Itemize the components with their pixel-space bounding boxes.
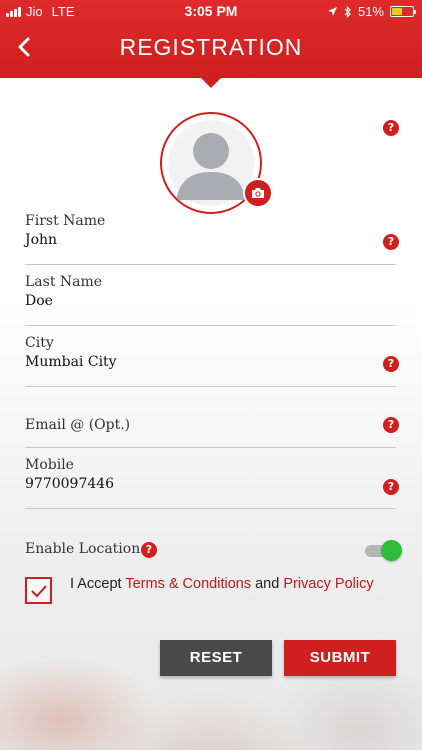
- city-help-icon[interactable]: ?: [383, 356, 399, 372]
- accept-terms-checkbox[interactable]: [25, 577, 52, 604]
- photo-help-icon[interactable]: ?: [383, 120, 399, 136]
- mobile-label: Mobile: [25, 457, 74, 473]
- app-header: Jio LTE 3:05 PM 51% REGISTRATION: [0, 0, 422, 78]
- location-arrow-icon: [327, 7, 337, 16]
- location-help-icon[interactable]: ?: [141, 542, 157, 558]
- checkmark-icon: [30, 584, 47, 597]
- city-label: City: [25, 335, 54, 351]
- status-bar: Jio LTE 3:05 PM 51%: [0, 0, 422, 22]
- header-notch: [200, 77, 222, 88]
- mobile-help-icon[interactable]: ?: [383, 479, 399, 495]
- toggle-knob: [381, 540, 402, 561]
- email-underline: [25, 447, 396, 448]
- enable-location-toggle[interactable]: [363, 540, 402, 562]
- mobile-field[interactable]: Mobile 9770097446: [25, 457, 396, 509]
- battery-level: [392, 8, 403, 15]
- last-name-field[interactable]: Last Name Doe: [25, 274, 396, 326]
- bluetooth-icon: [344, 5, 351, 18]
- mobile-underline: [25, 508, 396, 509]
- city-field[interactable]: City Mumbai City: [25, 335, 396, 387]
- city-input[interactable]: Mumbai City: [25, 354, 396, 370]
- last-name-underline: [25, 325, 396, 326]
- camera-icon: [252, 188, 264, 198]
- email-label: Email @ (Opt.): [25, 417, 131, 433]
- last-name-label: Last Name: [25, 274, 103, 290]
- accept-conjunction: and: [251, 576, 284, 592]
- registration-form: ? First Name John ? Last Name Doe City M…: [0, 0, 422, 750]
- reset-button[interactable]: RESET: [160, 640, 272, 676]
- submit-button[interactable]: SUBMIT: [284, 640, 396, 676]
- email-field[interactable]: Email @ (Opt.): [25, 417, 396, 448]
- battery-icon: [390, 6, 416, 17]
- battery-percent: 51%: [357, 4, 384, 19]
- page-title: REGISTRATION: [119, 34, 303, 60]
- enable-location-label: Enable Location: [25, 541, 141, 557]
- mobile-input[interactable]: 9770097446: [25, 476, 396, 492]
- first-name-field[interactable]: First Name John: [25, 213, 396, 265]
- accept-terms-text: I Accept Terms & Conditions and Privacy …: [70, 576, 374, 592]
- camera-button[interactable]: [243, 178, 273, 208]
- last-name-input[interactable]: Doe: [25, 293, 396, 309]
- city-underline: [25, 386, 396, 387]
- privacy-policy-link[interactable]: Privacy Policy: [283, 576, 373, 592]
- first-name-underline: [25, 264, 396, 265]
- terms-conditions-link[interactable]: Terms & Conditions: [125, 576, 251, 592]
- accept-prefix: I Accept: [70, 576, 126, 592]
- first-name-label: First Name: [25, 213, 106, 229]
- first-name-help-icon[interactable]: ?: [383, 234, 399, 250]
- first-name-input[interactable]: John: [25, 232, 396, 248]
- email-help-icon[interactable]: ?: [383, 417, 399, 433]
